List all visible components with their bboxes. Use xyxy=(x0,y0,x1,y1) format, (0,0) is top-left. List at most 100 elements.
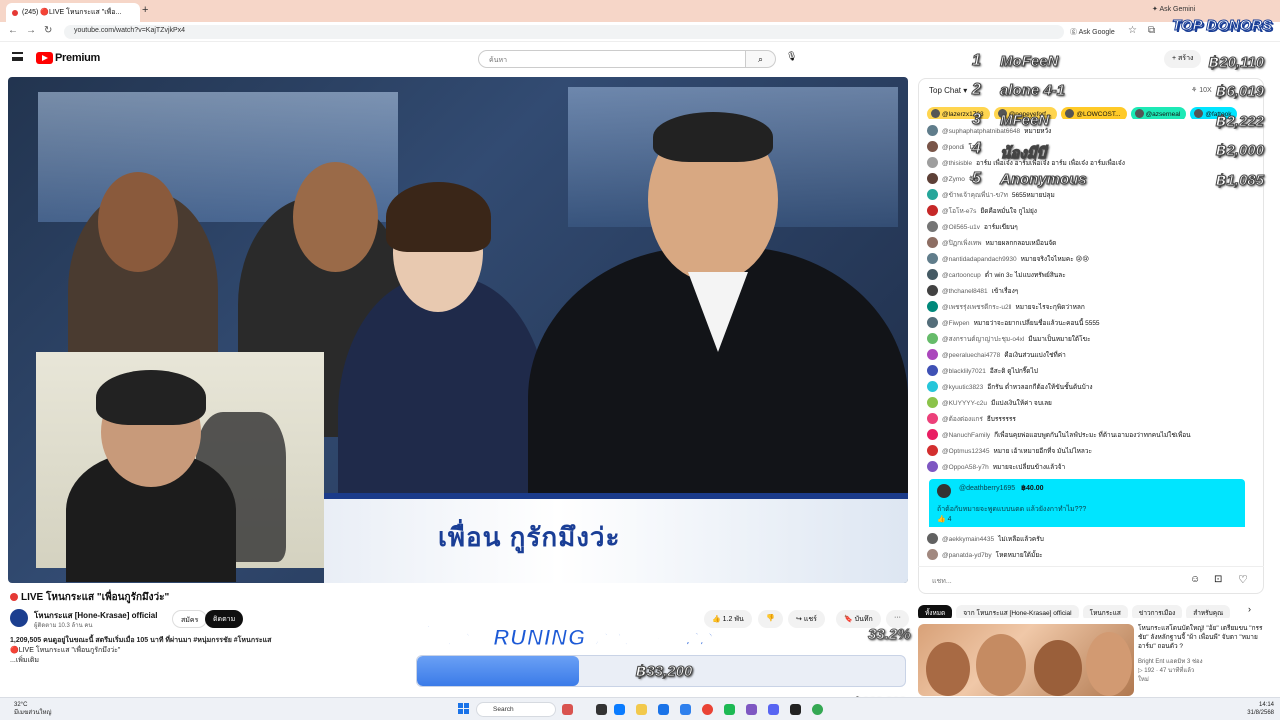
ask-google-button[interactable]: ⓖ Ask Google xyxy=(1070,27,1115,37)
chat-author[interactable]: @ต้องต่องแกร่ xyxy=(942,416,983,423)
search-input[interactable]: ค้นหา xyxy=(478,50,746,68)
chat-author[interactable]: @kyuutic3823 xyxy=(942,384,983,391)
chat-author[interactable]: @ปิฏกเพิ่งเทพ xyxy=(942,240,982,247)
filter-chip[interactable]: จาก โหนกระแส [Hone-Krasae] official xyxy=(956,605,1079,618)
related-video-title[interactable]: โหนกระแสโดนบัดใหญ่! "อ้ย" เตรียมขน "กรรช… xyxy=(1138,624,1264,651)
superchat-icon[interactable]: ⊡ xyxy=(1214,574,1222,585)
extensions-icon[interactable]: ⧉ xyxy=(1148,25,1155,36)
heart-icon[interactable]: ♡ xyxy=(1238,573,1248,586)
file-explorer-icon[interactable] xyxy=(636,704,647,715)
youtube-logo-icon[interactable] xyxy=(36,52,53,64)
chat-author[interactable]: @peeraluechai4778 xyxy=(942,352,1000,359)
browser-tab-active[interactable]: (245) 🔴LIVE โหนกระแส "เพื่อ... xyxy=(6,3,140,22)
channel-avatar[interactable] xyxy=(10,609,28,627)
join-button[interactable]: สมัคร xyxy=(172,610,208,628)
chat-author[interactable]: @cartooncup xyxy=(942,272,981,279)
share-button[interactable]: ↪ แชร์ xyxy=(788,610,825,628)
chat-avatar[interactable] xyxy=(927,221,938,232)
chat-author[interactable]: @โอโห-e7s xyxy=(942,208,976,215)
chat-avatar[interactable] xyxy=(927,429,938,440)
chat-avatar[interactable] xyxy=(927,301,938,312)
chat-author[interactable]: @Oil565-u1v xyxy=(942,224,980,231)
taskbar-app-icon[interactable] xyxy=(596,704,607,715)
video-player[interactable]: เพื่อน กูรักมึงว่ะ xyxy=(8,77,908,583)
chat-author[interactable]: @thisisble xyxy=(942,160,972,167)
dislike-button[interactable]: 👎 xyxy=(758,610,783,628)
filter-chip[interactable]: ข่าวการเมือง xyxy=(1131,605,1183,618)
chat-avatar[interactable] xyxy=(927,445,938,456)
new-tab-button[interactable]: + xyxy=(142,4,148,16)
chat-avatar[interactable] xyxy=(927,349,938,360)
chat-author[interactable]: @NanuchFamily xyxy=(942,432,990,439)
premium-label[interactable]: Premium xyxy=(55,52,100,64)
chat-author[interactable]: @blacklily7021 xyxy=(942,368,986,375)
filter-chip[interactable]: สำหรับคุณ xyxy=(1186,605,1231,618)
reload-icon[interactable]: ↻ xyxy=(44,25,52,36)
microphone-icon[interactable]: 🎙 xyxy=(786,51,797,62)
system-clock[interactable]: 14:14 31/8/2568 xyxy=(1238,701,1274,717)
chat-avatar[interactable] xyxy=(927,253,938,264)
chat-avatar[interactable] xyxy=(927,205,938,216)
forward-icon[interactable]: → xyxy=(26,25,36,36)
taskbar-search[interactable]: Search xyxy=(476,702,556,717)
chat-avatar[interactable] xyxy=(927,533,938,544)
chat-author[interactable]: @Optmus12345 xyxy=(942,448,989,455)
chat-avatar[interactable] xyxy=(927,141,938,152)
emoji-icon[interactable]: ☺ xyxy=(1190,574,1200,585)
chat-author[interactable]: @Fiwpen xyxy=(942,320,970,327)
chat-avatar[interactable] xyxy=(927,413,938,424)
taskbar-app-icon[interactable] xyxy=(812,704,823,715)
subscribe-button[interactable]: ติดตาม xyxy=(205,610,244,628)
weather-widget[interactable]: 32°C มีเมฆส่วนใหญ่ xyxy=(14,701,52,717)
chat-author[interactable]: @Zymo xyxy=(942,176,965,183)
chat-avatar[interactable] xyxy=(927,397,938,408)
chat-author[interactable]: @aekkymain4435 xyxy=(942,536,994,543)
windows-start-icon[interactable] xyxy=(458,703,470,715)
chat-avatar[interactable] xyxy=(927,125,938,136)
chat-message: @สงกรานต์ญาญ่าปะชุม-o4xl มีนมาเป็นหมายใต้… xyxy=(927,333,1263,349)
bookmark-star-icon[interactable]: ☆ xyxy=(1128,25,1137,36)
filter-chip[interactable]: ทั้งหมด xyxy=(918,605,953,618)
taskbar-app-icon[interactable] xyxy=(614,704,625,715)
description-box[interactable]: 1,209,505 คนดูอยู่ในขณะนี้ สตรีมเริ่มเมื… xyxy=(10,636,410,676)
url-field[interactable]: youtube.com/watch?v=KajTZvjkPx4 xyxy=(64,25,1064,39)
chat-avatar[interactable] xyxy=(927,157,938,168)
chat-author[interactable]: @panatda-yd7by xyxy=(942,552,992,559)
chat-avatar[interactable] xyxy=(927,173,938,184)
edge-icon[interactable] xyxy=(658,704,669,715)
hamburger-menu-icon[interactable] xyxy=(12,52,23,61)
chat-avatar[interactable] xyxy=(927,189,938,200)
description-more[interactable]: ...เพิ่มเติม xyxy=(10,656,410,666)
chat-author[interactable]: @เพชรรุ่งเพชรดีกระ-u2ll xyxy=(942,304,1012,311)
related-video-thumbnail[interactable] xyxy=(918,624,1134,696)
chat-avatar[interactable] xyxy=(927,317,938,328)
chat-author[interactable]: @pondi xyxy=(942,144,965,151)
taskbar-app-icon[interactable] xyxy=(724,704,735,715)
chat-avatar[interactable] xyxy=(927,461,938,472)
chips-next-icon[interactable]: › xyxy=(1248,604,1251,614)
chat-author[interactable]: @KUYYYY-c2u xyxy=(942,400,987,407)
chat-author[interactable]: @OppoA58-y7h xyxy=(942,464,989,471)
chat-author[interactable]: @thchanel8481 xyxy=(942,288,988,295)
obs-icon[interactable] xyxy=(790,704,801,715)
discord-icon[interactable] xyxy=(768,704,779,715)
chat-input[interactable]: แชท... xyxy=(932,576,952,587)
chat-avatar[interactable] xyxy=(927,365,938,376)
search-icon[interactable]: ⌕ xyxy=(746,50,776,68)
taskbar-app-icon[interactable] xyxy=(680,704,691,715)
ask-gemini-button[interactable]: ✦ Ask Gemini xyxy=(1152,5,1195,13)
chat-avatar[interactable] xyxy=(927,269,938,280)
chat-author[interactable]: @nantidadapandach9930 xyxy=(942,256,1017,263)
chrome-icon[interactable] xyxy=(702,704,713,715)
chat-avatar[interactable] xyxy=(927,549,938,560)
chat-avatar[interactable] xyxy=(927,381,938,392)
taskbar-app-icon[interactable] xyxy=(562,704,573,715)
chat-avatar[interactable] xyxy=(927,333,938,344)
back-icon[interactable]: ← xyxy=(8,25,18,36)
filter-chip[interactable]: โหนกระแส xyxy=(1082,605,1128,618)
chat-avatar[interactable] xyxy=(927,237,938,248)
taskbar-app-icon[interactable] xyxy=(746,704,757,715)
chat-author[interactable]: @สงกรานต์ญาญ่าปะชุม-o4xl xyxy=(942,336,1024,343)
chat-avatar[interactable] xyxy=(927,285,938,296)
top-chat-dropdown[interactable]: Top Chat ▾ xyxy=(929,86,967,95)
